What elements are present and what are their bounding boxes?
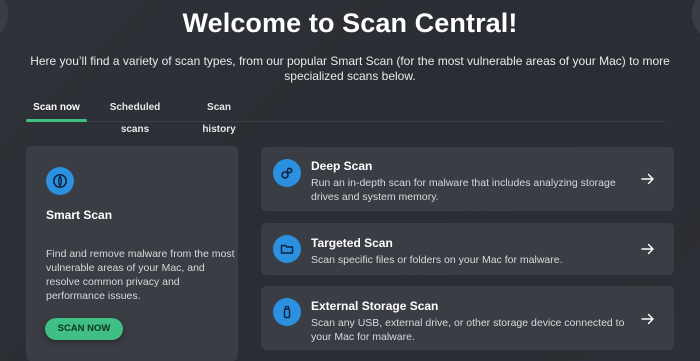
folder-icon: [273, 235, 301, 263]
deep-scan-description: Run an in-depth scan for malware that in…: [311, 177, 616, 203]
targeted-scan-title: Targeted Scan: [311, 236, 393, 250]
smart-scan-title: Smart Scan: [46, 208, 113, 222]
smart-scan-description: Find and remove malware from the most vu…: [46, 248, 235, 302]
usb-drive-icon: [273, 298, 301, 326]
scan-now-button[interactable]: SCAN NOW: [45, 318, 123, 340]
targeted-scan-description: Scan specific files or folders on your M…: [311, 254, 563, 266]
arrow-right-icon: [641, 313, 654, 325]
deep-scan-card[interactable]: Deep Scan Run an in-depth scan for malwa…: [261, 147, 674, 211]
external-storage-scan-title: External Storage Scan: [311, 299, 439, 313]
tab-scan-history[interactable]: Scan history: [189, 97, 249, 135]
page-title: Welcome to Scan Central!: [182, 8, 518, 38]
arrow-right-icon: [641, 173, 654, 185]
targeted-scan-card[interactable]: Targeted Scan Scan specific files or fol…: [261, 223, 674, 275]
tab-scheduled-scans[interactable]: Scheduled scans: [97, 97, 173, 135]
tab-scan-now[interactable]: Scan now: [26, 97, 87, 122]
deep-scan-title: Deep Scan: [311, 159, 373, 173]
deep-scan-icon: [273, 159, 301, 187]
scan-tabs: Scan now Scheduled scans Scan history: [26, 97, 666, 135]
arrow-right-icon: [641, 243, 654, 255]
page-subtitle: Here you’ll find a variety of scan types…: [30, 54, 670, 83]
external-storage-scan-card[interactable]: External Storage Scan Scan any USB, exte…: [261, 286, 674, 350]
smart-scan-icon: [46, 167, 74, 195]
external-storage-scan-description: Scan any USB, external drive, or other s…: [311, 317, 625, 343]
